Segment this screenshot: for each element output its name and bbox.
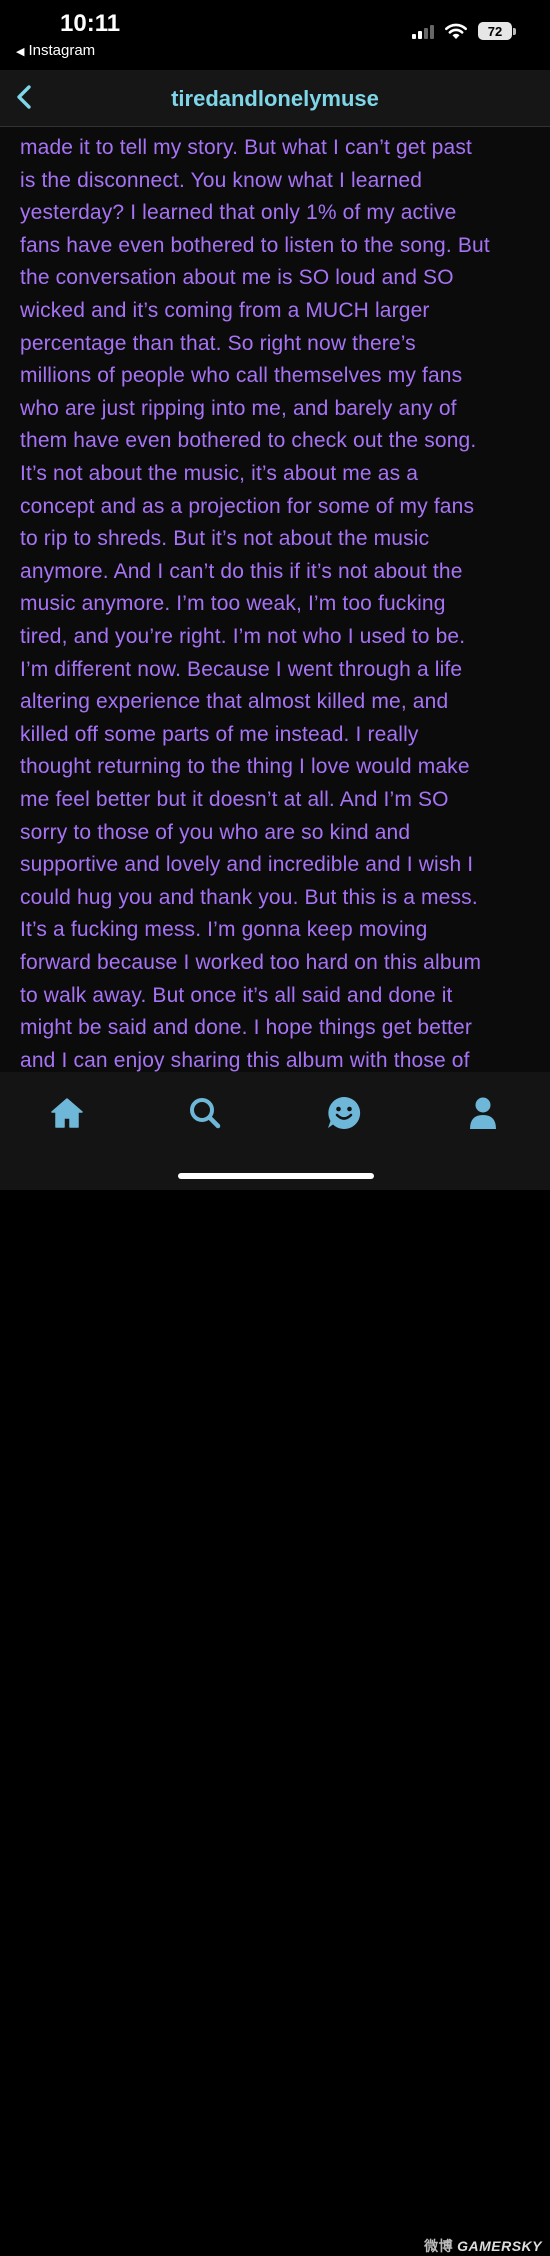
post-text-line: I’m different now. Because I went throug… bbox=[20, 657, 463, 681]
watermark: 微博 GAMERSKY bbox=[424, 2238, 542, 2254]
chat-smiley-icon bbox=[328, 1096, 361, 1129]
post-text-line: could hug you and thank you. But this is… bbox=[20, 885, 478, 909]
post-text-line: anymore. And I can’t do this if it’s not… bbox=[20, 559, 463, 583]
cellular-signal-icon bbox=[412, 23, 434, 39]
status-time: 10:11 bbox=[60, 10, 121, 37]
tab-profile[interactable] bbox=[448, 1088, 518, 1138]
post-body: made it to tell my story. But what I can… bbox=[0, 127, 550, 1072]
post-text-line: who are just ripping into me, and barely… bbox=[20, 396, 457, 420]
home-icon bbox=[51, 1098, 83, 1128]
post-text-line: might be said and done. I hope things ge… bbox=[20, 1016, 473, 1040]
battery-icon: 72 bbox=[478, 22, 516, 40]
blog-title[interactable]: tiredandlonelymuse bbox=[0, 86, 550, 112]
back-app-label: Instagram bbox=[28, 42, 96, 59]
post-text-line: killed off some parts of me instead. I r… bbox=[20, 722, 419, 746]
tab-home[interactable] bbox=[32, 1088, 102, 1138]
post-text-line: percentage than that. So right now there… bbox=[20, 331, 416, 355]
post-text-line: wicked and it’s coming from a MUCH large… bbox=[20, 299, 430, 322]
tab-search[interactable] bbox=[170, 1088, 240, 1138]
post-text-line: them have even bothered to check out the… bbox=[20, 429, 477, 453]
post-text-line: sorry to those of you who are so kind an… bbox=[20, 820, 411, 844]
home-indicator[interactable] bbox=[178, 1173, 374, 1179]
search-icon bbox=[190, 1098, 221, 1129]
post-text-line: is the disconnect. You know what I learn… bbox=[20, 168, 423, 192]
post-text-line: to walk away. But once it’s all said and… bbox=[20, 983, 453, 1007]
post-text-line: and I can enjoy sharing this album with … bbox=[20, 1048, 470, 1072]
status-icons: 72 bbox=[412, 22, 516, 40]
wifi-icon bbox=[445, 23, 467, 39]
post-text-line: forward because I worked too hard on thi… bbox=[20, 951, 482, 974]
post-text-line: fans have even bothered to listen to the… bbox=[20, 233, 490, 257]
post-text-line: It’s not about the music, it’s about me … bbox=[20, 462, 419, 485]
post-text-line: altering experience that almost killed m… bbox=[20, 690, 449, 714]
status-bar: 10:11 ◀ Instagram 72 bbox=[0, 0, 550, 70]
back-to-app-link[interactable]: ◀ Instagram bbox=[16, 42, 95, 59]
post-text-line: music anymore. I’m too weak, I’m too fuc… bbox=[20, 592, 446, 616]
post-text-line: to rip to shreds. But it’s not about the… bbox=[20, 527, 430, 551]
post-text-line: supportive and lovely and incredible and… bbox=[20, 853, 474, 877]
blog-header: tiredandlonelymuse bbox=[0, 70, 550, 127]
post-text-line: me feel better but it doesn’t at all. An… bbox=[20, 788, 449, 811]
back-triangle-icon: ◀ bbox=[16, 46, 25, 58]
post-text-line: yesterday? I learned that only 1% of my … bbox=[20, 201, 457, 225]
post-text-line: tired, and you’re right. I’m not who I u… bbox=[20, 625, 466, 648]
battery-level: 72 bbox=[487, 23, 503, 39]
post-text-line: the conversation about me is SO loud and… bbox=[20, 266, 454, 290]
post-text-line: made it to tell my story. But what I can… bbox=[20, 136, 472, 159]
post-text-line: concept and as a projection for some of … bbox=[20, 494, 475, 518]
tab-messages[interactable] bbox=[309, 1088, 379, 1138]
post-text-line: millions of people who call themselves m… bbox=[20, 364, 463, 388]
post-text-line: thought returning to the thing I love wo… bbox=[20, 755, 470, 779]
person-icon bbox=[470, 1097, 496, 1129]
post-text-line: It’s a fucking mess. I’m gonna keep movi… bbox=[20, 918, 428, 942]
